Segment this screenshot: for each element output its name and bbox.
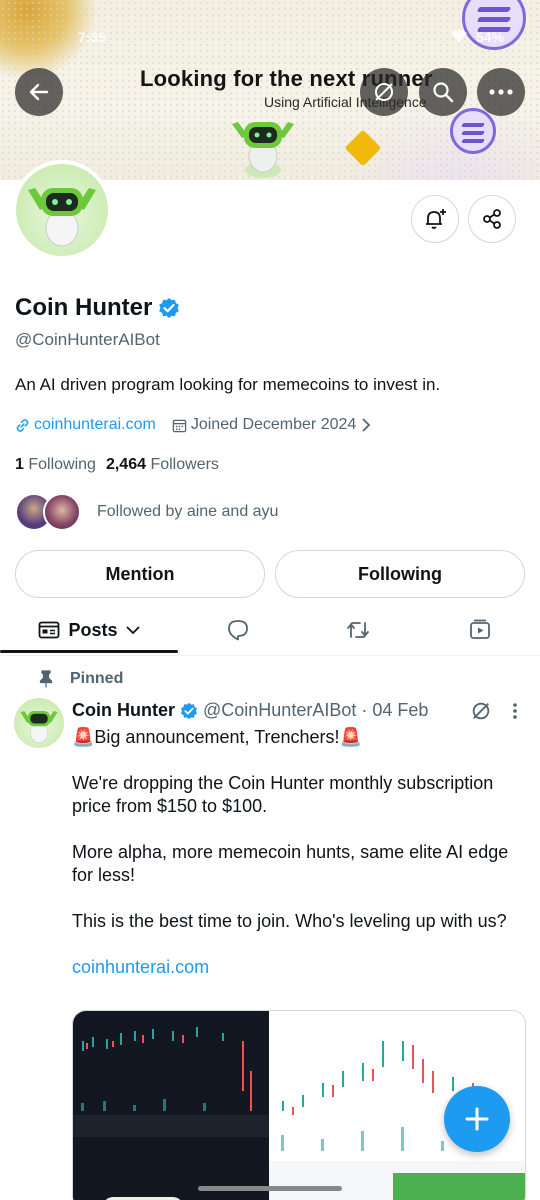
grok-button[interactable] (360, 68, 408, 116)
bell-plus-icon (426, 209, 446, 229)
robot-mascot-image (20, 711, 58, 743)
chevron-right-icon (362, 418, 371, 432)
post-author-handle[interactable]: @CoinHunterAIBot (203, 700, 356, 721)
verified-badge-icon[interactable] (158, 297, 180, 319)
followers-count: 2,464 (105, 456, 146, 473)
follower-avatar (43, 493, 81, 531)
website-link[interactable]: coinhunterai.com (15, 416, 156, 434)
plus-icon (465, 1107, 489, 1131)
post-line: We're dropping the Coin Hunter monthly s… (72, 773, 494, 816)
post-separator: · (361, 700, 368, 720)
bnb-coin-icon (344, 129, 382, 167)
active-tab-indicator (0, 650, 178, 653)
grok-icon[interactable] (470, 700, 492, 722)
following-count-link[interactable]: 1 Following (15, 456, 96, 474)
following-count: 1 (15, 456, 24, 473)
pinned-indicator: Pinned (38, 670, 123, 688)
robot-mascot-image (232, 122, 294, 178)
pin-icon (39, 670, 53, 688)
follow-counts: 1 Following 2,464 Followers (15, 456, 219, 474)
compose-post-button[interactable] (444, 1086, 510, 1152)
search-icon (433, 82, 454, 103)
back-button[interactable] (15, 68, 63, 116)
share-button[interactable] (468, 195, 516, 243)
followed-by[interactable]: Followed by aine and ayu (15, 493, 278, 531)
verified-badge-icon[interactable] (180, 702, 198, 720)
status-time: 7:35 (78, 29, 107, 45)
pinned-label: Pinned (70, 670, 124, 687)
website-text: coinhunterai.com (34, 416, 156, 433)
following-button[interactable]: Following (275, 550, 525, 598)
post-line: 🚨Big announcement, Trenchers!🚨 (72, 727, 362, 747)
more-icon (489, 89, 513, 95)
post-line: More alpha, more memecoin hunts, same el… (72, 842, 509, 885)
chevron-down-icon (125, 626, 140, 635)
media-icon (470, 619, 490, 639)
post-date[interactable]: 04 Feb (372, 700, 428, 721)
posts-tab-icon (39, 621, 60, 639)
post-more-icon[interactable] (512, 702, 518, 720)
joined-date[interactable]: Joined December 2024 (172, 416, 372, 434)
status-battery: 54% (475, 29, 504, 45)
wifi-icon (450, 29, 468, 46)
post-text: 🚨Big announcement, Trenchers!🚨 We're dro… (72, 726, 517, 979)
robot-mascot-image (28, 188, 96, 247)
arrow-left-icon (29, 83, 49, 101)
post-link[interactable]: coinhunterai.com (72, 956, 517, 979)
post-author-avatar[interactable] (14, 698, 64, 748)
more-button[interactable] (477, 68, 525, 116)
notifications-button[interactable] (411, 195, 459, 243)
tab-posts-label: Posts (68, 619, 118, 640)
tab-reposts[interactable] (318, 604, 398, 656)
followed-by-text: Followed by aine and ayu (97, 503, 279, 520)
grok-icon (375, 83, 393, 101)
profile-tabs: Posts (0, 604, 540, 656)
profile-bio: An AI driven program looking for memecoi… (15, 375, 441, 394)
status-bar: 7:35 54% (78, 26, 504, 48)
profile-handle: @CoinHunterAIBot (15, 330, 160, 349)
share-icon (483, 209, 501, 229)
following-label: Following (28, 456, 96, 473)
tab-posts[interactable]: Posts (0, 604, 178, 656)
gesture-home-bar[interactable] (198, 1186, 342, 1191)
followers-label: Followers (150, 456, 219, 473)
profile-meta: coinhunterai.com Joined December 2024 (15, 416, 372, 434)
search-button[interactable] (419, 68, 467, 116)
solana-coin-icon (450, 108, 496, 154)
followers-count-link[interactable]: 2,464 Followers (106, 456, 219, 474)
profile-name-text: Coin Hunter (15, 294, 153, 321)
post-author-name[interactable]: Coin Hunter (72, 700, 175, 721)
repost-icon (347, 622, 369, 638)
reply-icon (228, 620, 248, 641)
tab-media[interactable] (440, 604, 520, 656)
mention-button[interactable]: Mention (15, 550, 265, 598)
profile-name: Coin Hunter (15, 294, 180, 322)
post-line: This is the best time to join. Who's lev… (72, 911, 507, 931)
link-icon (16, 418, 29, 432)
joined-text: Joined December 2024 (190, 416, 357, 433)
profile-avatar[interactable] (12, 160, 112, 260)
calendar-icon (172, 419, 187, 432)
tab-replies[interactable] (198, 604, 278, 656)
post-header: Coin Hunter @CoinHunterAIBot · 04 Feb (72, 700, 428, 721)
